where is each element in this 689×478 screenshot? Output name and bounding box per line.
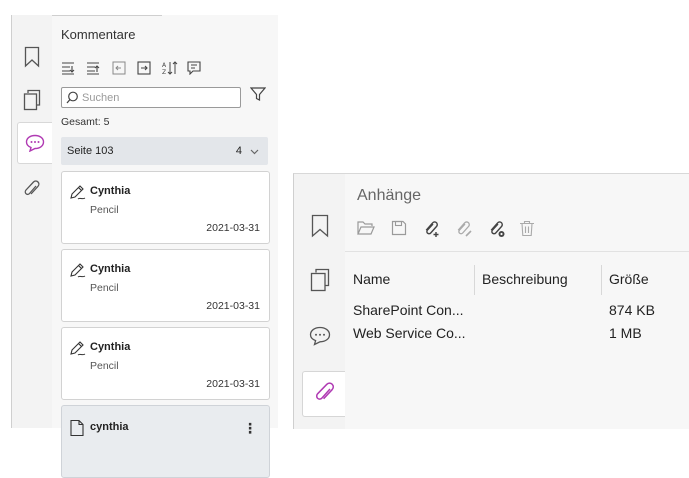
pencil-icon (70, 185, 86, 200)
column-header-size[interactable]: Größe (609, 271, 649, 287)
panel-title: Anhänge (357, 187, 422, 204)
summarize-icon (187, 61, 201, 75)
bookmark-icon (311, 214, 329, 238)
pages-icon (23, 89, 41, 111)
attachments-side-rail (293, 173, 347, 429)
comment-type: Pencil (90, 360, 119, 372)
attachment-settings-button[interactable] (488, 220, 506, 238)
expand-all-icon (62, 62, 75, 75)
export-button[interactable] (137, 60, 151, 76)
comment-author: Cynthia (90, 185, 131, 197)
bookmarks-tab[interactable] (12, 37, 52, 77)
attachments-tab[interactable] (302, 371, 347, 417)
attachment-size: 1 MB (609, 325, 642, 341)
collapse-all-button[interactable] (86, 60, 100, 76)
pages-icon (310, 268, 330, 292)
pages-tab[interactable] (294, 258, 346, 302)
column-header-name[interactable]: Name (353, 271, 390, 287)
comment-date: 2021-03-31 (206, 378, 260, 390)
pages-tab[interactable] (12, 80, 52, 120)
page-group-count: 4 (235, 145, 242, 157)
panel-divider (52, 15, 162, 16)
page-group-header[interactable]: Seite 103 4 (61, 137, 268, 165)
comment-date: 2021-03-31 (206, 222, 260, 234)
edit-attachment-button[interactable] (455, 220, 473, 238)
attachments-panel (345, 173, 689, 429)
column-header-description[interactable]: Beschreibung (482, 271, 568, 287)
search-placeholder: Suchen (82, 91, 120, 104)
pencil-icon (70, 341, 86, 356)
filter-icon (250, 87, 266, 101)
import-button[interactable] (112, 60, 126, 76)
more-options-button[interactable]: ⋮ (243, 420, 257, 437)
save-button[interactable] (391, 220, 407, 236)
add-attachment-button[interactable] (423, 220, 441, 238)
comments-side-rail (11, 15, 53, 428)
paperclip-icon (24, 180, 40, 196)
search-icon (66, 91, 78, 104)
attachments-tab[interactable] (12, 170, 52, 210)
bookmarks-tab[interactable] (294, 204, 346, 248)
paperclip-icon (315, 382, 335, 400)
column-divider[interactable] (474, 265, 475, 295)
export-icon (137, 61, 151, 75)
delete-button[interactable] (519, 220, 535, 237)
search-input[interactable]: Suchen (61, 87, 241, 108)
summarize-button[interactable] (187, 60, 201, 76)
open-folder-icon (357, 221, 375, 235)
note-icon (70, 419, 84, 437)
comment-date: 2021-03-31 (206, 300, 260, 312)
attachment-settings-icon (490, 221, 505, 237)
svg-text:A: A (162, 62, 167, 69)
comment-type: Pencil (90, 204, 119, 216)
filter-button[interactable] (250, 86, 266, 102)
collapse-all-icon (87, 62, 100, 75)
attachment-name: SharePoint Con... (353, 302, 464, 318)
comment-icon (25, 134, 45, 152)
save-icon (391, 220, 407, 236)
comment-card-selected[interactable]: cynthia ⋮ (61, 405, 270, 478)
page-group-label: Seite 103 (67, 145, 114, 157)
comment-author: Cynthia (90, 341, 131, 353)
comments-tab[interactable] (17, 122, 52, 164)
column-divider[interactable] (601, 265, 602, 295)
import-icon (112, 61, 126, 75)
svg-text:Z: Z (162, 69, 166, 75)
edit-attachment-icon (457, 221, 472, 237)
sort-button[interactable]: A Z (162, 60, 178, 76)
pencil-icon (70, 263, 86, 278)
comment-icon (309, 326, 331, 346)
delete-icon (520, 220, 534, 237)
comment-author: cynthia (90, 421, 129, 433)
comment-card[interactable]: Cynthia Pencil 2021-03-31 (61, 171, 270, 244)
bookmark-icon (24, 46, 40, 68)
panel-title: Kommentare (61, 27, 136, 42)
total-count: Gesamt: 5 (61, 116, 110, 128)
add-attachment-icon (425, 221, 439, 237)
comment-card[interactable]: Cynthia Pencil 2021-03-31 (61, 327, 270, 400)
toolbar-divider (345, 251, 689, 252)
comment-type: Pencil (90, 282, 119, 294)
sort-icon: A Z (162, 61, 178, 75)
chevron-down-icon (250, 149, 259, 155)
comment-card[interactable]: Cynthia Pencil 2021-03-31 (61, 249, 270, 322)
comment-author: Cynthia (90, 263, 131, 275)
attachment-name: Web Service Co... (353, 325, 466, 341)
expand-all-button[interactable] (61, 60, 75, 76)
attachment-size: 874 KB (609, 302, 655, 318)
comments-tab[interactable] (294, 314, 346, 358)
open-button[interactable] (357, 220, 375, 236)
